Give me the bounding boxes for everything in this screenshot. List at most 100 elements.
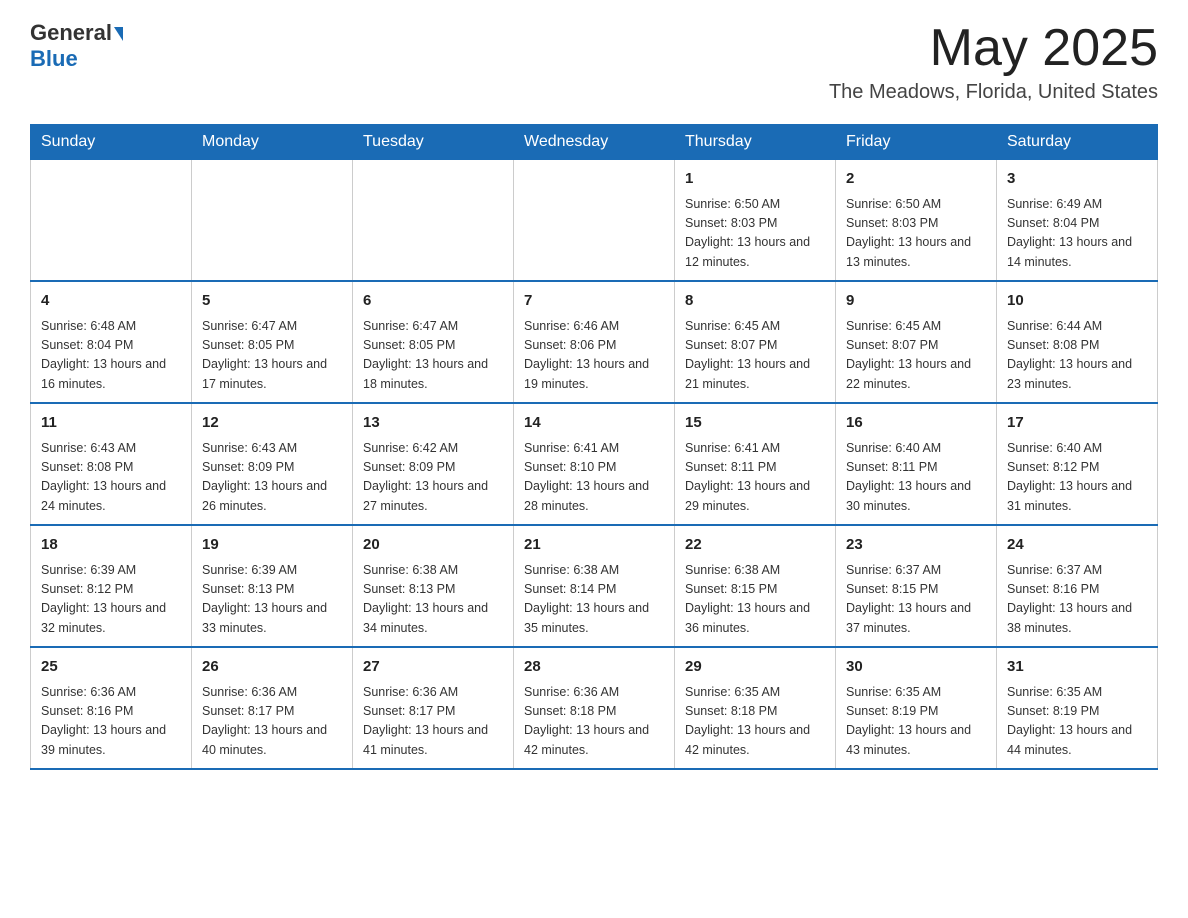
calendar-day-cell — [192, 160, 353, 282]
day-info: Sunrise: 6:46 AMSunset: 8:06 PMDaylight:… — [524, 317, 664, 395]
calendar-day-cell: 16 Sunrise: 6:40 AMSunset: 8:11 PMDayligh… — [836, 403, 997, 525]
day-number: 1 — [685, 168, 825, 191]
day-number: 3 — [1007, 168, 1147, 191]
calendar-day-cell: 13 Sunrise: 6:42 AMSunset: 8:09 PMDayligh… — [353, 403, 514, 525]
day-number: 21 — [524, 534, 664, 557]
calendar-day-header: Monday — [192, 125, 353, 160]
day-info: Sunrise: 6:50 AMSunset: 8:03 PMDaylight:… — [846, 195, 986, 273]
day-number: 12 — [202, 412, 342, 435]
calendar-week-row: 4Sunrise: 6:48 AMSunset: 8:04 PMDaylight… — [31, 281, 1158, 403]
day-info: Sunrise: 6:47 AMSunset: 8:05 PMDaylight:… — [363, 317, 503, 395]
calendar-day-cell: 25 Sunrise: 6:36 AMSunset: 8:16 PMDayligh… — [31, 647, 192, 769]
day-number: 9 — [846, 290, 986, 313]
day-info: Sunrise: 6:45 AMSunset: 8:07 PMDaylight:… — [846, 317, 986, 395]
day-info: Sunrise: 6:50 AMSunset: 8:03 PMDaylight:… — [685, 195, 825, 273]
day-info: Sunrise: 6:36 AMSunset: 8:17 PMDaylight:… — [202, 683, 342, 761]
calendar-day-cell: 4Sunrise: 6:48 AMSunset: 8:04 PMDaylight… — [31, 281, 192, 403]
calendar-day-cell: 7 Sunrise: 6:46 AMSunset: 8:06 PMDaylight… — [514, 281, 675, 403]
day-number: 13 — [363, 412, 503, 435]
day-number: 16 — [846, 412, 986, 435]
day-number: 5 — [202, 290, 342, 313]
calendar-day-cell: 27Sunrise: 6:36 AMSunset: 8:17 PMDayligh… — [353, 647, 514, 769]
day-info: Sunrise: 6:40 AMSunset: 8:12 PMDaylight:… — [1007, 439, 1147, 517]
day-info: Sunrise: 6:36 AMSunset: 8:16 PMDaylight:… — [41, 683, 181, 761]
day-number: 29 — [685, 656, 825, 679]
calendar-day-cell: 30 Sunrise: 6:35 AMSunset: 8:19 PMDayligh… — [836, 647, 997, 769]
calendar-day-cell: 3 Sunrise: 6:49 AMSunset: 8:04 PMDaylight… — [997, 160, 1158, 282]
day-number: 19 — [202, 534, 342, 557]
calendar-week-row: 11Sunrise: 6:43 AMSunset: 8:08 PMDayligh… — [31, 403, 1158, 525]
logo-arrow-icon — [114, 27, 123, 41]
location-subtitle: The Meadows, Florida, United States — [829, 81, 1158, 104]
calendar-day-cell: 19 Sunrise: 6:39 AMSunset: 8:13 PMDayligh… — [192, 525, 353, 647]
calendar-day-cell: 15Sunrise: 6:41 AMSunset: 8:11 PMDayligh… — [675, 403, 836, 525]
calendar-week-row: 1 Sunrise: 6:50 AMSunset: 8:03 PMDaylight… — [31, 160, 1158, 282]
calendar-day-cell: 22 Sunrise: 6:38 AMSunset: 8:15 PMDayligh… — [675, 525, 836, 647]
day-info: Sunrise: 6:44 AMSunset: 8:08 PMDaylight:… — [1007, 317, 1147, 395]
day-number: 14 — [524, 412, 664, 435]
day-info: Sunrise: 6:35 AMSunset: 8:18 PMDaylight:… — [685, 683, 825, 761]
day-info: Sunrise: 6:41 AMSunset: 8:10 PMDaylight:… — [524, 439, 664, 517]
day-info: Sunrise: 6:47 AMSunset: 8:05 PMDaylight:… — [202, 317, 342, 395]
calendar-day-cell: 18Sunrise: 6:39 AMSunset: 8:12 PMDayligh… — [31, 525, 192, 647]
day-number: 31 — [1007, 656, 1147, 679]
day-info: Sunrise: 6:35 AMSunset: 8:19 PMDaylight:… — [846, 683, 986, 761]
calendar-day-header: Friday — [836, 125, 997, 160]
calendar-day-cell: 8Sunrise: 6:45 AMSunset: 8:07 PMDaylight… — [675, 281, 836, 403]
day-number: 28 — [524, 656, 664, 679]
day-number: 23 — [846, 534, 986, 557]
day-number: 25 — [41, 656, 181, 679]
logo-blue-text: Blue — [30, 46, 78, 72]
calendar-table: SundayMondayTuesdayWednesdayThursdayFrid… — [30, 124, 1158, 770]
day-info: Sunrise: 6:43 AMSunset: 8:09 PMDaylight:… — [202, 439, 342, 517]
calendar-day-cell: 31 Sunrise: 6:35 AMSunset: 8:19 PMDayligh… — [997, 647, 1158, 769]
day-number: 11 — [41, 412, 181, 435]
calendar-day-cell: 11Sunrise: 6:43 AMSunset: 8:08 PMDayligh… — [31, 403, 192, 525]
day-info: Sunrise: 6:45 AMSunset: 8:07 PMDaylight:… — [685, 317, 825, 395]
calendar-day-cell: 21 Sunrise: 6:38 AMSunset: 8:14 PMDayligh… — [514, 525, 675, 647]
calendar-day-header: Saturday — [997, 125, 1158, 160]
day-info: Sunrise: 6:40 AMSunset: 8:11 PMDaylight:… — [846, 439, 986, 517]
calendar-header-row: SundayMondayTuesdayWednesdayThursdayFrid… — [31, 125, 1158, 160]
calendar-day-cell — [514, 160, 675, 282]
calendar-day-header: Sunday — [31, 125, 192, 160]
day-info: Sunrise: 6:38 AMSunset: 8:14 PMDaylight:… — [524, 561, 664, 639]
calendar-day-cell: 20Sunrise: 6:38 AMSunset: 8:13 PMDayligh… — [353, 525, 514, 647]
calendar-day-cell: 23Sunrise: 6:37 AMSunset: 8:15 PMDayligh… — [836, 525, 997, 647]
title-section: May 2025 The Meadows, Florida, United St… — [829, 20, 1158, 104]
day-number: 6 — [363, 290, 503, 313]
day-info: Sunrise: 6:39 AMSunset: 8:12 PMDaylight:… — [41, 561, 181, 639]
day-info: Sunrise: 6:41 AMSunset: 8:11 PMDaylight:… — [685, 439, 825, 517]
day-number: 27 — [363, 656, 503, 679]
calendar-day-cell: 28 Sunrise: 6:36 AMSunset: 8:18 PMDayligh… — [514, 647, 675, 769]
calendar-day-cell: 6 Sunrise: 6:47 AMSunset: 8:05 PMDaylight… — [353, 281, 514, 403]
day-info: Sunrise: 6:36 AMSunset: 8:18 PMDaylight:… — [524, 683, 664, 761]
day-number: 20 — [363, 534, 503, 557]
calendar-week-row: 18Sunrise: 6:39 AMSunset: 8:12 PMDayligh… — [31, 525, 1158, 647]
calendar-day-header: Thursday — [675, 125, 836, 160]
day-info: Sunrise: 6:35 AMSunset: 8:19 PMDaylight:… — [1007, 683, 1147, 761]
calendar-day-cell: 9 Sunrise: 6:45 AMSunset: 8:07 PMDaylight… — [836, 281, 997, 403]
calendar-day-cell: 29 Sunrise: 6:35 AMSunset: 8:18 PMDayligh… — [675, 647, 836, 769]
day-info: Sunrise: 6:37 AMSunset: 8:16 PMDaylight:… — [1007, 561, 1147, 639]
calendar-day-cell: 5 Sunrise: 6:47 AMSunset: 8:05 PMDaylight… — [192, 281, 353, 403]
calendar-day-cell: 26 Sunrise: 6:36 AMSunset: 8:17 PMDayligh… — [192, 647, 353, 769]
day-info: Sunrise: 6:38 AMSunset: 8:15 PMDaylight:… — [685, 561, 825, 639]
day-info: Sunrise: 6:49 AMSunset: 8:04 PMDaylight:… — [1007, 195, 1147, 273]
day-number: 26 — [202, 656, 342, 679]
day-number: 4 — [41, 290, 181, 313]
day-number: 10 — [1007, 290, 1147, 313]
calendar-week-row: 25 Sunrise: 6:36 AMSunset: 8:16 PMDayligh… — [31, 647, 1158, 769]
month-title: May 2025 — [829, 20, 1158, 77]
day-info: Sunrise: 6:42 AMSunset: 8:09 PMDaylight:… — [363, 439, 503, 517]
calendar-day-header: Wednesday — [514, 125, 675, 160]
calendar-day-cell — [353, 160, 514, 282]
calendar-day-cell: 1 Sunrise: 6:50 AMSunset: 8:03 PMDaylight… — [675, 160, 836, 282]
day-number: 30 — [846, 656, 986, 679]
day-number: 7 — [524, 290, 664, 313]
calendar-day-cell: 24Sunrise: 6:37 AMSunset: 8:16 PMDayligh… — [997, 525, 1158, 647]
day-info: Sunrise: 6:39 AMSunset: 8:13 PMDaylight:… — [202, 561, 342, 639]
logo-general-text: General — [30, 20, 112, 46]
calendar-day-cell: 14 Sunrise: 6:41 AMSunset: 8:10 PMDayligh… — [514, 403, 675, 525]
day-number: 22 — [685, 534, 825, 557]
